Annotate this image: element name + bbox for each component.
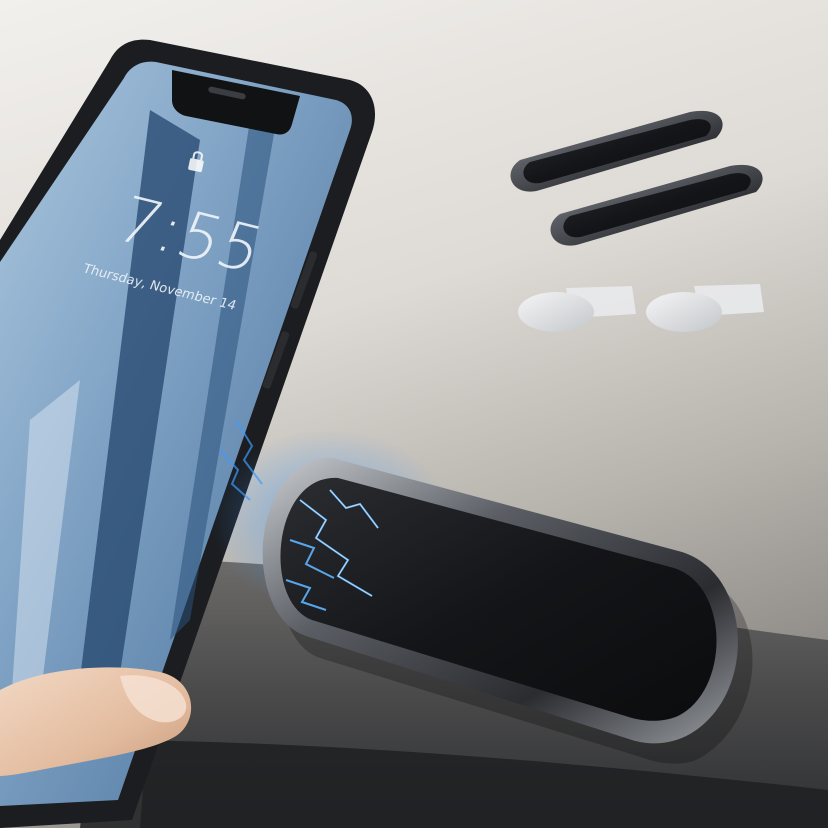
photo-canvas: 7:55 Thursday, November 14 <box>0 0 828 828</box>
sticker-disc <box>646 292 722 332</box>
sticker-disc <box>518 292 594 332</box>
product-photo: 7:55 Thursday, November 14 <box>0 0 828 828</box>
